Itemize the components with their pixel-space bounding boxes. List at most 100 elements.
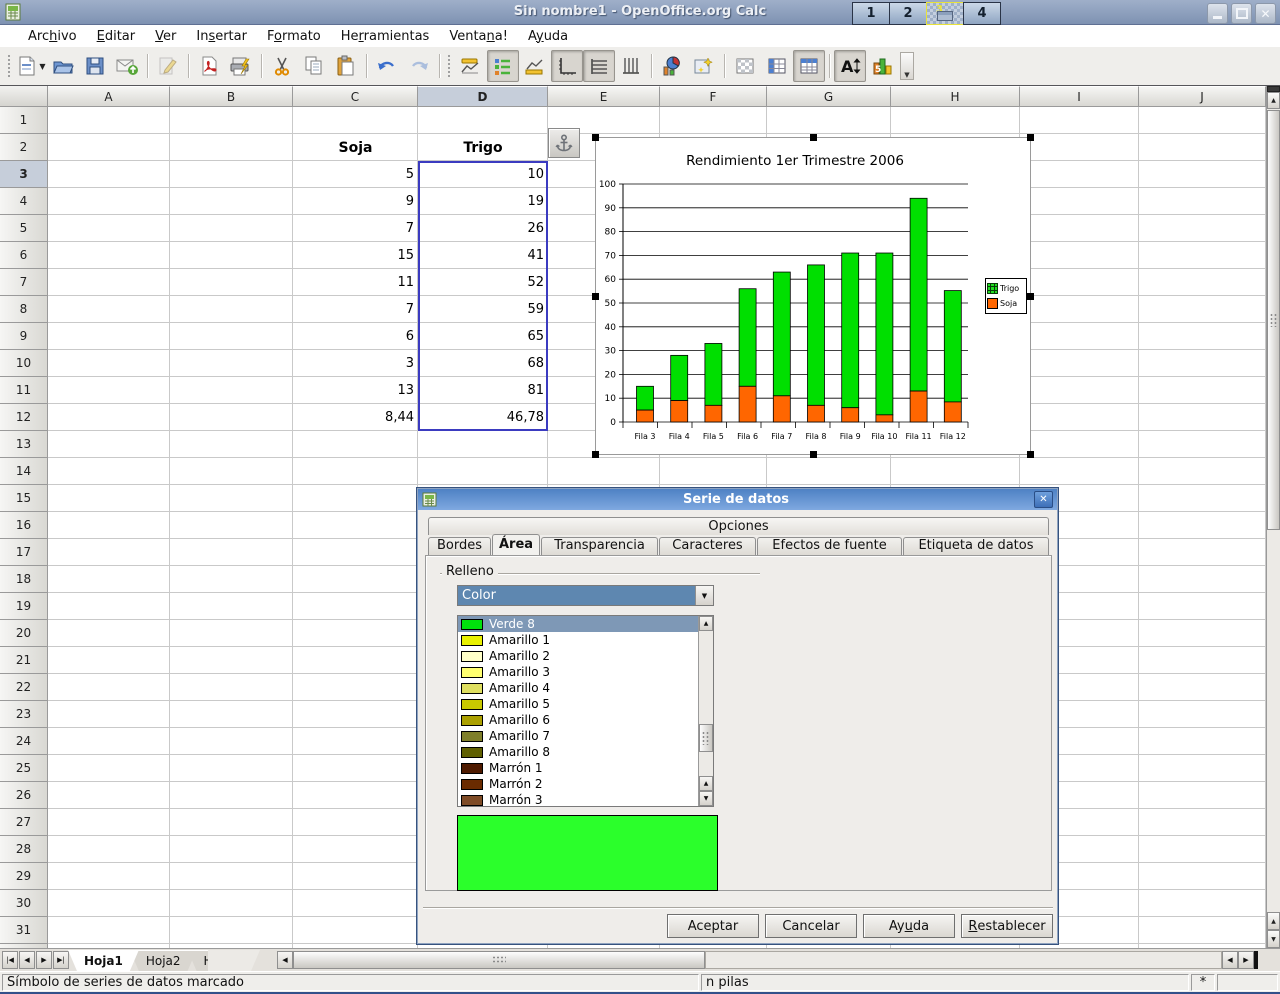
tab-transparencia[interactable]: Transparencia <box>541 537 658 555</box>
dialog-button-cancelar[interactable]: Cancelar <box>765 914 857 938</box>
color-option-amarillo-7[interactable]: Amarillo 7 <box>458 728 713 744</box>
send-email-button[interactable] <box>111 50 143 82</box>
color-option-marrón-2[interactable]: Marrón 2 <box>458 776 713 792</box>
chart-type-button[interactable] <box>656 50 688 82</box>
first-sheet-button[interactable]: |◀ <box>2 951 18 969</box>
fill-pattern-button[interactable] <box>729 50 761 82</box>
cell-C3[interactable]: 5 <box>293 161 418 188</box>
menu-ver[interactable]: Ver <box>145 27 186 46</box>
workspace-button-2[interactable]: 2 <box>889 2 927 25</box>
row-header-26[interactable]: 26 <box>0 782 48 809</box>
autoformat-chart-button[interactable] <box>688 50 720 82</box>
hscroll-left-button-2[interactable]: ◀ <box>1222 951 1238 969</box>
anchor-button[interactable] <box>548 128 580 158</box>
column-header-A[interactable]: A <box>48 86 170 107</box>
dialog-button-restablecer[interactable]: Restablecer <box>961 914 1053 938</box>
cell-C2[interactable]: Soja <box>293 134 418 161</box>
row-header-7[interactable]: 7 <box>0 269 48 296</box>
row-header-19[interactable]: 19 <box>0 593 48 620</box>
chart-titles-button[interactable] <box>455 50 487 82</box>
sheet-tab-hoja1[interactable]: Hoja1 <box>68 950 139 971</box>
sheet-tab-hoja2[interactable]: Hoja2 <box>130 950 197 971</box>
cell-C4[interactable]: 9 <box>293 188 418 215</box>
vertical-scroll-thumb[interactable] <box>1267 110 1280 530</box>
new-dropdown-icon[interactable]: ▼ <box>39 62 45 71</box>
cut-button[interactable] <box>266 50 298 82</box>
row-header-24[interactable]: 24 <box>0 728 48 755</box>
row-header-13[interactable]: 13 <box>0 431 48 458</box>
horizontal-scroll-track[interactable] <box>705 951 1222 969</box>
row-header-1[interactable]: 1 <box>0 107 48 134</box>
legend-toggle-button[interactable] <box>487 50 519 82</box>
selection-handle[interactable] <box>810 134 817 141</box>
row-header-22[interactable]: 22 <box>0 674 48 701</box>
color-option-amarillo-1[interactable]: Amarillo 1 <box>458 632 713 648</box>
menu-editar[interactable]: Editar <box>87 27 146 46</box>
dialog-button-ayuda[interactable]: Ayuda <box>863 914 955 938</box>
cell-C11[interactable]: 13 <box>293 377 418 404</box>
chart-wall-button[interactable] <box>519 50 551 82</box>
close-button[interactable]: ✕ <box>1255 3 1276 24</box>
tab-bordes[interactable]: Bordes <box>428 537 491 555</box>
row-header-6[interactable]: 6 <box>0 242 48 269</box>
row-header-17[interactable]: 17 <box>0 539 48 566</box>
row-header-5[interactable]: 5 <box>0 215 48 242</box>
cell-C10[interactable]: 3 <box>293 350 418 377</box>
selection-handle[interactable] <box>592 451 599 458</box>
cell-C7[interactable]: 11 <box>293 269 418 296</box>
column-header-G[interactable]: G <box>767 86 891 107</box>
paste-button[interactable] <box>330 50 362 82</box>
redo-button[interactable] <box>403 50 435 82</box>
print-button[interactable] <box>225 50 257 82</box>
row-header-18[interactable]: 18 <box>0 566 48 593</box>
horizontal-grid-button[interactable] <box>583 50 615 82</box>
new-document-button[interactable]: ▼ <box>15 50 47 82</box>
hscroll-right-button[interactable]: ▶ <box>1238 951 1254 969</box>
color-option-amarillo-8[interactable]: Amarillo 8 <box>458 744 713 760</box>
restore-button[interactable] <box>1231 3 1252 24</box>
color-option-amarillo-2[interactable]: Amarillo 2 <box>458 648 713 664</box>
row-header-15[interactable]: 15 <box>0 485 48 512</box>
cell-C5[interactable]: 7 <box>293 215 418 242</box>
row-header-10[interactable]: 10 <box>0 350 48 377</box>
toolbar-overflow-button[interactable]: ▼ <box>900 52 914 80</box>
column-header-B[interactable]: B <box>170 86 293 107</box>
color-option-verde-8[interactable]: Verde 8 <box>458 616 713 632</box>
row-header-8[interactable]: 8 <box>0 296 48 323</box>
row-header-3[interactable]: 3 <box>0 161 48 188</box>
color-option-amarillo-6[interactable]: Amarillo 6 <box>458 712 713 728</box>
tab-caracteres[interactable]: Caracteres <box>659 537 756 555</box>
minimize-button[interactable] <box>1207 3 1228 24</box>
export-pdf-button[interactable] <box>193 50 225 82</box>
color-listbox[interactable]: Verde 8Amarillo 1Amarillo 2Amarillo 3 Ama… <box>457 615 714 807</box>
vertical-scrollbar[interactable]: ▲ ▲ ▼ <box>1266 86 1280 948</box>
cell-C12[interactable]: 8,44 <box>293 404 418 431</box>
hscroll-split-handle[interactable] <box>1254 951 1258 969</box>
row-header-14[interactable]: 14 <box>0 458 48 485</box>
column-header-J[interactable]: J <box>1139 86 1266 107</box>
row-header-12[interactable]: 12 <box>0 404 48 431</box>
menu-ventana[interactable]: Ventana! <box>439 27 518 46</box>
selection-handle[interactable] <box>592 293 599 300</box>
list-scroll-up-icon[interactable]: ▲ <box>699 616 713 631</box>
open-button[interactable] <box>47 50 79 82</box>
list-scroll-down-icon[interactable]: ▼ <box>699 791 713 806</box>
row-header-4[interactable]: 4 <box>0 188 48 215</box>
title-bar[interactable]: Sin nombre1 - OpenOffice.org Calc 1234 ✕ <box>0 0 1280 25</box>
chart-legend[interactable]: TrigoSoja <box>985 278 1027 314</box>
color-option-marrón-1[interactable]: Marrón 1 <box>458 760 713 776</box>
column-header-E[interactable]: E <box>548 86 660 107</box>
row-header-16[interactable]: 16 <box>0 512 48 539</box>
tab-área[interactable]: Área <box>492 534 540 555</box>
row-header-30[interactable]: 30 <box>0 890 48 917</box>
row-header-29[interactable]: 29 <box>0 863 48 890</box>
row-header-28[interactable]: 28 <box>0 836 48 863</box>
row-header-11[interactable]: 11 <box>0 377 48 404</box>
selection-handle[interactable] <box>592 134 599 141</box>
color-option-amarillo-3[interactable]: Amarillo 3 <box>458 664 713 680</box>
menu-insertar[interactable]: Insertar <box>186 27 257 46</box>
cell-C6[interactable]: 15 <box>293 242 418 269</box>
row-header-23[interactable]: 23 <box>0 701 48 728</box>
selection-handle[interactable] <box>810 451 817 458</box>
workspace-button-1[interactable]: 1 <box>852 2 890 25</box>
